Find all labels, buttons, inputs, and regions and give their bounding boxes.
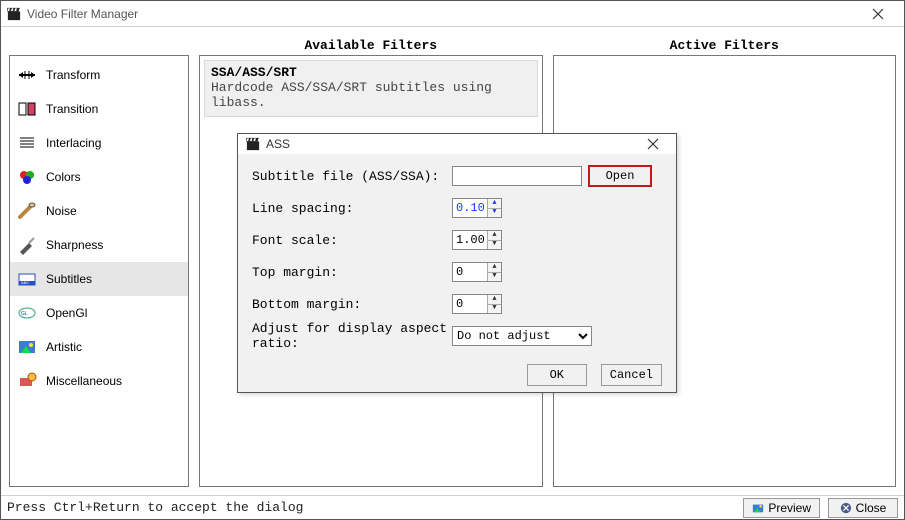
sharpness-icon	[16, 234, 38, 256]
sidebar-item-subtitles[interactable]: ABC Subtitles	[10, 262, 188, 296]
row-top-margin: Top margin: ▲▼	[252, 260, 662, 284]
available-filters-header: Available Filters	[199, 35, 543, 55]
filter-description: Hardcode ASS/SSA/SRT subtitles using lib…	[211, 80, 531, 110]
dialog-titlebar: ASS	[238, 134, 676, 154]
svg-text:ABC: ABC	[21, 280, 29, 285]
sidebar-item-artistic[interactable]: Artistic	[10, 330, 188, 364]
filter-name: SSA/ASS/SRT	[211, 65, 531, 80]
preview-label: Preview	[768, 501, 811, 515]
sidebar-item-opengl[interactable]: GL OpenGl	[10, 296, 188, 330]
clapperboard-icon	[246, 137, 260, 151]
sidebar-item-label: Transform	[46, 68, 100, 82]
close-icon	[872, 8, 884, 20]
sidebar-item-label: Noise	[46, 204, 77, 218]
row-line-spacing: Line spacing: ▲▼	[252, 196, 662, 220]
sidebar-item-transition[interactable]: Transition	[10, 92, 188, 126]
clapperboard-icon	[7, 7, 21, 21]
aspect-ratio-label: Adjust for display aspect ratio:	[252, 321, 452, 351]
sidebar-item-label: Artistic	[46, 340, 82, 354]
spin-down-icon[interactable]: ▼	[488, 304, 501, 314]
bottom-margin-spinner[interactable]: ▲▼	[452, 294, 502, 314]
colors-icon	[16, 166, 38, 188]
noise-icon	[16, 200, 38, 222]
aspect-ratio-select[interactable]: Do not adjust	[452, 326, 592, 346]
sidebar-item-transform[interactable]: Transform	[10, 58, 188, 92]
spin-down-icon[interactable]: ▼	[488, 240, 501, 250]
open-label: Open	[606, 169, 635, 183]
status-bar: Press Ctrl+Return to accept the dialog P…	[1, 495, 904, 519]
sidebar-item-label: Transition	[46, 102, 98, 116]
filter-item-ssa-ass-srt[interactable]: SSA/ASS/SRT Hardcode ASS/SSA/SRT subtitl…	[204, 60, 538, 117]
cancel-label: Cancel	[610, 368, 653, 382]
video-filter-manager-window: Video Filter Manager Transform	[0, 0, 905, 520]
dialog-title: ASS	[266, 137, 290, 151]
open-button[interactable]: Open	[588, 165, 652, 187]
line-spacing-spinner[interactable]: ▲▼	[452, 198, 502, 218]
transform-icon	[16, 64, 38, 86]
spin-down-icon[interactable]: ▼	[488, 272, 501, 282]
font-scale-spinner[interactable]: ▲▼	[452, 230, 502, 250]
spin-up-icon[interactable]: ▲	[488, 263, 501, 272]
line-spacing-label: Line spacing:	[252, 201, 452, 216]
window-titlebar: Video Filter Manager	[1, 1, 904, 27]
dialog-close-button[interactable]	[638, 134, 668, 154]
subtitle-file-label: Subtitle file (ASS/SSA):	[252, 169, 452, 184]
dialog-body: Subtitle file (ASS/SSA): Open Line spaci…	[238, 154, 676, 392]
category-sidebar: Transform Transition Interlacing	[9, 35, 189, 487]
row-subtitle-file: Subtitle file (ASS/SSA): Open	[252, 164, 662, 188]
row-bottom-margin: Bottom margin: ▲▼	[252, 292, 662, 316]
close-label: Close	[856, 501, 887, 515]
row-aspect-ratio: Adjust for display aspect ratio: Do not …	[252, 324, 662, 348]
transition-icon	[16, 98, 38, 120]
opengl-icon: GL	[16, 302, 38, 324]
bottom-margin-label: Bottom margin:	[252, 297, 452, 312]
miscellaneous-icon	[16, 370, 38, 392]
top-margin-input[interactable]	[453, 263, 487, 281]
top-margin-label: Top margin:	[252, 265, 452, 280]
sidebar-item-label: Miscellaneous	[46, 374, 122, 388]
close-circle-icon	[840, 502, 852, 514]
dialog-button-row: OK Cancel	[252, 356, 662, 386]
window-close-button[interactable]	[858, 1, 898, 26]
svg-text:GL: GL	[21, 311, 28, 317]
ok-button[interactable]: OK	[527, 364, 587, 386]
font-scale-input[interactable]	[453, 231, 487, 249]
active-filters-header: Active Filters	[553, 35, 897, 55]
close-icon	[647, 138, 659, 150]
sidebar-item-interlacing[interactable]: Interlacing	[10, 126, 188, 160]
sidebar-item-noise[interactable]: Noise	[10, 194, 188, 228]
top-margin-spinner[interactable]: ▲▼	[452, 262, 502, 282]
line-spacing-input[interactable]	[453, 199, 487, 217]
subtitle-file-input[interactable]	[452, 166, 582, 186]
ass-settings-dialog: ASS Subtitle file (ASS/SSA): Open Line s…	[237, 133, 677, 393]
sidebar-item-sharpness[interactable]: Sharpness	[10, 228, 188, 262]
interlacing-icon	[16, 132, 38, 154]
sidebar-item-label: Interlacing	[46, 136, 101, 150]
window-title: Video Filter Manager	[27, 7, 138, 21]
status-hint: Press Ctrl+Return to accept the dialog	[7, 500, 735, 515]
spin-up-icon[interactable]: ▲	[488, 295, 501, 304]
sidebar-item-label: OpenGl	[46, 306, 87, 320]
sidebar-item-label: Colors	[46, 170, 81, 184]
artistic-icon	[16, 336, 38, 358]
preview-button[interactable]: Preview	[743, 498, 820, 518]
cancel-button[interactable]: Cancel	[601, 364, 662, 386]
close-button[interactable]: Close	[828, 498, 898, 518]
category-list: Transform Transition Interlacing	[9, 55, 189, 487]
sidebar-item-label: Subtitles	[46, 272, 92, 286]
sidebar-item-miscellaneous[interactable]: Miscellaneous	[10, 364, 188, 398]
font-scale-label: Font scale:	[252, 233, 452, 248]
preview-icon	[752, 502, 764, 514]
spin-up-icon[interactable]: ▲	[488, 199, 501, 208]
row-font-scale: Font scale: ▲▼	[252, 228, 662, 252]
sidebar-item-label: Sharpness	[46, 238, 103, 252]
spin-down-icon[interactable]: ▼	[488, 208, 501, 218]
sidebar-item-colors[interactable]: Colors	[10, 160, 188, 194]
subtitles-icon: ABC	[16, 268, 38, 290]
spin-up-icon[interactable]: ▲	[488, 231, 501, 240]
bottom-margin-input[interactable]	[453, 295, 487, 313]
ok-label: OK	[550, 368, 564, 382]
